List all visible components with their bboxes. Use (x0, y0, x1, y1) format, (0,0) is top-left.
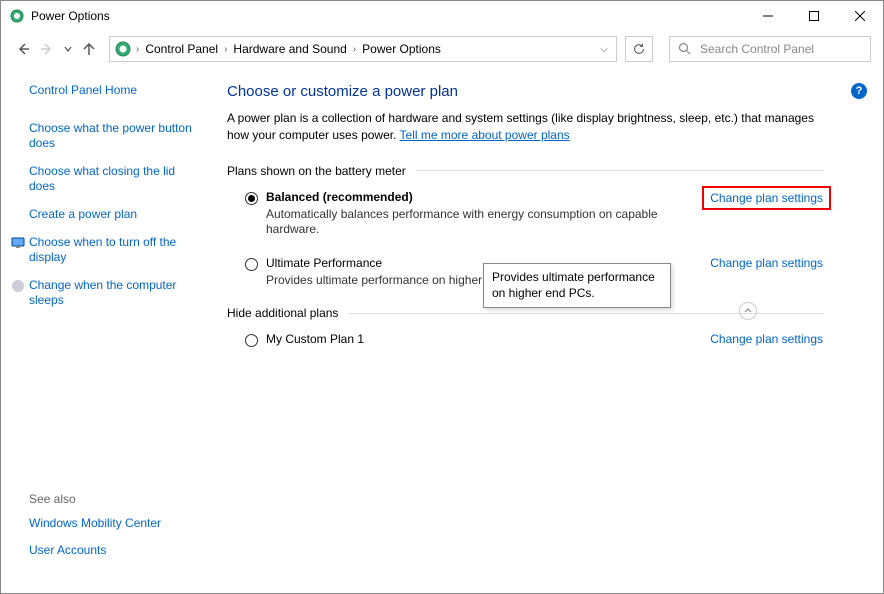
refresh-button[interactable] (625, 36, 653, 62)
sidebar-link-power-button[interactable]: Choose what the power button does (29, 121, 201, 152)
up-button[interactable] (79, 39, 99, 59)
page-description: A power plan is a collection of hardware… (227, 110, 823, 144)
window-title: Power Options (31, 9, 110, 23)
breadcrumb-item[interactable]: Control Panel (141, 37, 222, 61)
forward-button[interactable] (37, 39, 57, 59)
power-options-icon (9, 8, 25, 24)
moon-icon (11, 279, 25, 293)
chevron-right-icon[interactable]: › (222, 44, 229, 55)
recent-locations-dropdown[interactable] (61, 39, 75, 59)
breadcrumb[interactable]: › Control Panel › Hardware and Sound › P… (109, 36, 617, 62)
page-title: Choose or customize a power plan (227, 83, 823, 100)
radio-custom[interactable] (245, 334, 258, 347)
change-plan-settings-link[interactable]: Change plan settings (710, 332, 823, 346)
radio-balanced[interactable] (245, 192, 258, 205)
navigation-bar: › Control Panel › Hardware and Sound › P… (1, 31, 883, 67)
sidebar-link-turn-off-display[interactable]: Choose when to turn off the display (29, 235, 201, 266)
breadcrumb-dropdown[interactable]: ⌵ (592, 44, 616, 55)
see-also-user-accounts[interactable]: User Accounts (29, 543, 161, 559)
minimize-button[interactable] (745, 1, 791, 31)
change-plan-settings-link[interactable]: Change plan settings (710, 256, 823, 270)
chevron-right-icon[interactable]: › (351, 44, 358, 55)
breadcrumb-icon (114, 40, 132, 58)
window-titlebar: Power Options (1, 1, 883, 31)
main-content: Choose or customize a power plan A power… (211, 83, 883, 591)
learn-more-link[interactable]: Tell me more about power plans (400, 128, 570, 142)
breadcrumb-item[interactable]: Hardware and Sound (229, 37, 350, 61)
sidebar-link-closing-lid[interactable]: Choose what closing the lid does (29, 164, 201, 195)
section-title-hide-plans[interactable]: Hide additional plans (227, 306, 823, 320)
plan-row-balanced: Balanced (recommended) Automatically bal… (227, 190, 823, 238)
search-placeholder: Search Control Panel (700, 42, 814, 56)
close-button[interactable] (837, 1, 883, 31)
tooltip: Provides ultimate performance on higher … (483, 263, 671, 308)
breadcrumb-item[interactable]: Power Options (358, 37, 445, 61)
section-title-battery-plans: Plans shown on the battery meter (227, 164, 823, 178)
change-plan-settings-link[interactable]: Change plan settings (702, 186, 831, 210)
search-icon (678, 42, 692, 56)
search-input[interactable]: Search Control Panel (669, 36, 871, 62)
chevron-right-icon[interactable]: › (134, 44, 141, 55)
plan-name[interactable]: Balanced (recommended) (266, 190, 702, 204)
maximize-button[interactable] (791, 1, 837, 31)
display-icon (11, 236, 25, 250)
see-also-mobility-center[interactable]: Windows Mobility Center (29, 516, 161, 532)
sidebar-link-create-plan[interactable]: Create a power plan (29, 207, 201, 223)
control-panel-home-link[interactable]: Control Panel Home (29, 83, 201, 99)
sidebar: Control Panel Home Choose what the power… (1, 83, 211, 591)
see-also-heading: See also (29, 492, 161, 506)
plan-row-custom: My Custom Plan 1 Change plan settings (227, 332, 823, 347)
radio-ultimate[interactable] (245, 258, 258, 271)
plan-name[interactable]: My Custom Plan 1 (266, 332, 710, 346)
plan-description: Automatically balances performance with … (266, 207, 702, 238)
back-button[interactable] (13, 39, 33, 59)
sidebar-link-computer-sleeps[interactable]: Change when the computer sleeps (29, 278, 201, 309)
